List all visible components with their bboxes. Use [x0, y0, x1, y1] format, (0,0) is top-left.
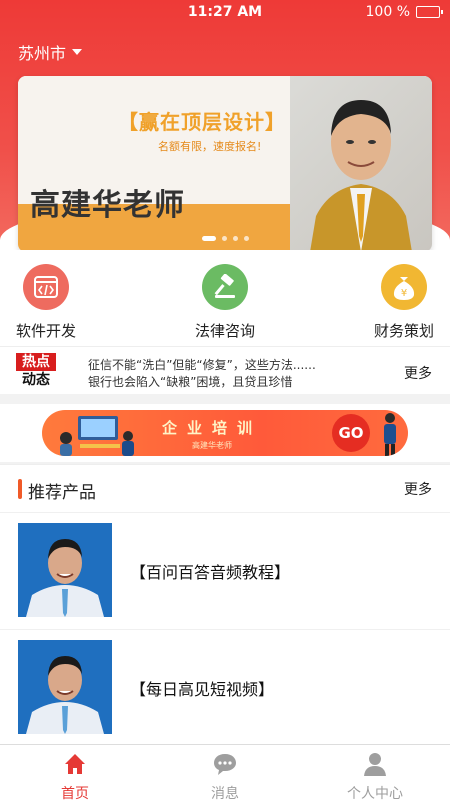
tab-label: 个人中心 — [347, 786, 403, 800]
recommend-more-link[interactable]: 更多 — [404, 479, 432, 499]
section-accent-bar — [18, 479, 22, 499]
hot-news-item[interactable]: 征信不能“洗白”但能“修复”，这些方法...... — [88, 357, 316, 374]
bottom-tab-bar: 首页 消息 个人中心 — [0, 744, 450, 800]
carousel-dot[interactable] — [233, 236, 238, 241]
nav-financial-planning[interactable]: ¥ 财务策划 — [354, 264, 450, 341]
training-ad-banner[interactable]: 企业培训 高建华老师 GO — [42, 410, 408, 456]
tab-profile[interactable]: 个人中心 — [300, 745, 450, 800]
carousel-indicator[interactable] — [202, 236, 249, 241]
code-window-icon — [23, 264, 69, 310]
svg-text:¥: ¥ — [401, 288, 407, 299]
ad-subtitle: 高建华老师 — [192, 441, 232, 450]
businessman-illustration-icon — [384, 413, 396, 456]
hot-news-list: 征信不能“洗白”但能“修复”，这些方法...... 银行也会陷入“缺粮”困境，且… — [88, 357, 316, 391]
person-portrait-icon — [18, 523, 112, 617]
city-selector[interactable]: 苏州市 — [18, 40, 83, 64]
tab-home[interactable]: 首页 — [0, 745, 150, 800]
tab-label: 消息 — [211, 786, 239, 800]
quick-nav: 软件开发 法律咨询 ¥ 财务策划 — [0, 250, 450, 346]
banner-teacher-name: 高建华老师 — [30, 188, 185, 223]
battery-icon — [416, 6, 443, 18]
product-item[interactable]: 【百问百答音频教程】 — [0, 512, 450, 627]
banner-portrait — [290, 76, 432, 252]
person-portrait-icon — [18, 640, 112, 734]
gavel-icon — [202, 264, 248, 310]
product-title: 【百问百答音频教程】 — [130, 563, 291, 582]
product-list: 【百问百答音频教程】 【每日高见短视频】 — [0, 512, 450, 744]
tab-messages[interactable]: 消息 — [150, 745, 300, 800]
recommend-header: 推荐产品 更多 — [0, 464, 450, 512]
section-title: 推荐产品 — [28, 483, 96, 503]
hot-news-item[interactable]: 银行也会陷入“缺粮”困境，且贷且珍惜 — [88, 374, 316, 391]
message-icon — [214, 754, 236, 775]
banner-subline: 名额有限，速度报名! — [158, 140, 262, 153]
carousel-dot[interactable] — [202, 236, 216, 241]
meeting-illustration-icon — [60, 416, 134, 456]
user-icon — [364, 753, 386, 776]
city-label: 苏州市 — [18, 44, 67, 63]
promo-banner[interactable]: 【赢在顶层设计】 名额有限，速度报名! 高建华老师 — [18, 76, 432, 252]
banner-headline: 【赢在顶层设计】 — [118, 110, 286, 134]
money-bag-icon: ¥ — [381, 264, 427, 310]
battery-indicator: 100 % — [365, 4, 443, 20]
carousel-dot[interactable] — [244, 236, 249, 241]
home-icon — [65, 754, 85, 774]
nav-label: 财务策划 — [373, 322, 434, 340]
person-portrait-icon — [310, 100, 412, 252]
status-bar: 11:27 AM 100 % — [0, 0, 450, 26]
tab-label: 首页 — [61, 786, 89, 800]
hot-news-more-link[interactable]: 更多 — [404, 363, 432, 383]
go-button[interactable]: GO — [332, 414, 370, 452]
ad-title: 企业培训 — [162, 419, 263, 437]
product-thumbnail — [18, 640, 112, 734]
training-ad: 企业培训 高建华老师 GO — [0, 396, 450, 462]
nav-legal-consult[interactable]: 法律咨询 — [175, 264, 275, 341]
hot-news-logo: 热点 动态 — [16, 353, 56, 389]
product-title: 【每日高见短视频】 — [130, 680, 275, 699]
hot-news: 热点 动态 征信不能“洗白”但能“修复”，这些方法...... 银行也会陷入“缺… — [0, 346, 450, 394]
nav-label: 软件开发 — [15, 322, 76, 340]
product-item[interactable]: 【每日高见短视频】 — [0, 629, 450, 744]
caret-down-icon — [72, 49, 83, 55]
battery-percent: 100 % — [365, 4, 410, 20]
product-thumbnail — [18, 523, 112, 617]
nav-label: 法律咨询 — [194, 322, 255, 340]
nav-software-dev[interactable]: 软件开发 — [0, 264, 96, 341]
carousel-dot[interactable] — [222, 236, 227, 241]
